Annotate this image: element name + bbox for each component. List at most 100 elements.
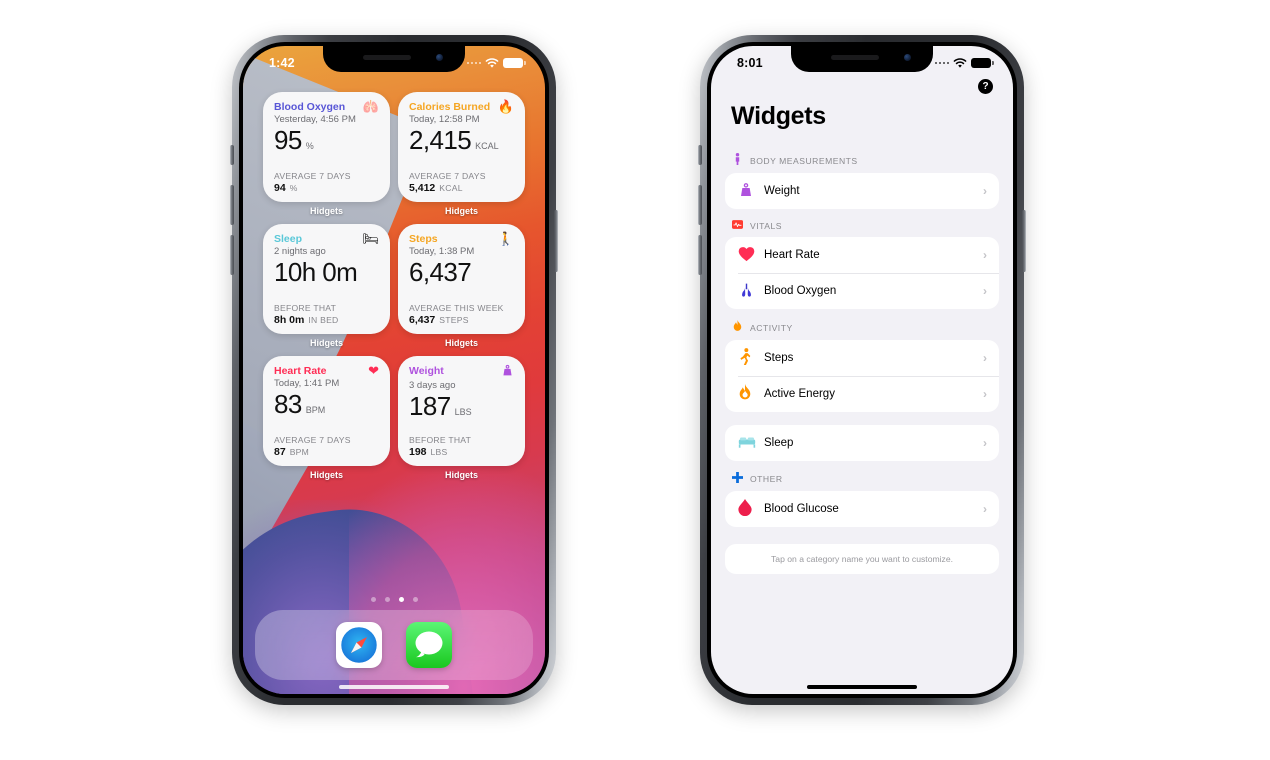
- section-header-body-measurements: BODY MEASUREMENTS: [725, 142, 999, 173]
- group-vitals: Heart Rate › Blood Oxygen ›: [725, 237, 999, 309]
- list-item-blood-oxygen[interactable]: Blood Oxygen ›: [725, 273, 999, 309]
- widget-footer-label: AVERAGE 7 DAYS: [409, 171, 486, 181]
- widget-footer-value: 87: [274, 446, 286, 458]
- section-header-other: OTHER: [725, 461, 999, 491]
- page-dot[interactable]: [412, 597, 418, 602]
- widget-calories-burned[interactable]: Calories Burned 🔥 Today, 12:58 PM 2,415 …: [398, 92, 525, 202]
- battery-icon: [503, 58, 526, 68]
- widget-caption: Hidgets: [444, 206, 478, 216]
- widget-weight[interactable]: Weight 3 days ago 187 LBS BEFORE THAT 19…: [398, 356, 525, 466]
- page-dot-active[interactable]: [398, 597, 404, 602]
- widget-subtitle: Today, 1:41 PM: [274, 378, 340, 390]
- group-body-measurements: Weight ›: [725, 173, 999, 209]
- list-item-label: Steps: [764, 352, 794, 364]
- chevron-right-icon: ›: [983, 284, 987, 298]
- right-phone-screen: 8:01 ? Widgets BODY MEASUREMENTS Weight …: [711, 46, 1013, 694]
- signal-dots-icon: [466, 61, 481, 65]
- widget-slot: Weight 3 days ago 187 LBS BEFORE THAT 19…: [398, 356, 525, 480]
- dock: [255, 610, 533, 680]
- list-item-sleep[interactable]: Sleep ›: [725, 425, 999, 461]
- widget-title: Weight: [409, 365, 444, 377]
- page-indicator[interactable]: [243, 597, 545, 602]
- help-icon[interactable]: ?: [978, 79, 993, 94]
- widget-slot: Sleep 🛏 2 nights ago 10h 0m BEFORE THAT: [263, 224, 390, 348]
- list-item-label: Blood Glucose: [764, 503, 839, 515]
- power-button[interactable]: [554, 210, 558, 272]
- screenshot-canvas: 1:42 Blood Oxygen 🫁 Yesterday, 4:56 PM 9…: [0, 0, 1270, 760]
- widget-blood-oxygen[interactable]: Blood Oxygen 🫁 Yesterday, 4:56 PM 95 % A…: [263, 92, 390, 202]
- left-phone-screen: 1:42 Blood Oxygen 🫁 Yesterday, 4:56 PM 9…: [243, 46, 545, 694]
- widget-slot: Heart Rate ❤ Today, 1:41 PM 83 BPM AVERA…: [263, 356, 390, 480]
- widget-value: 2,415: [409, 125, 472, 156]
- list-item-active-energy[interactable]: Active Energy ›: [725, 376, 999, 412]
- list-item-heart-rate[interactable]: Heart Rate ›: [725, 237, 999, 273]
- power-button[interactable]: [1022, 210, 1026, 272]
- widget-steps[interactable]: Steps 🚶 Today, 1:38 PM 6,437 AVERAGE THI…: [398, 224, 525, 334]
- widget-value: 10h 0m: [274, 257, 358, 288]
- widgets-category-list: BODY MEASUREMENTS Weight › VITALS Heart …: [711, 142, 1013, 694]
- volume-down-button[interactable]: [698, 235, 702, 275]
- earpiece-speaker: [831, 55, 879, 60]
- list-item-blood-glucose[interactable]: Blood Glucose ›: [725, 491, 999, 527]
- walking-person-icon: [738, 348, 764, 368]
- widget-footer-unit: BPM: [289, 447, 310, 457]
- widget-footer-value: 5,412: [409, 182, 436, 194]
- messages-app-icon[interactable]: [406, 622, 452, 668]
- widget-value: 187: [409, 391, 451, 422]
- home-indicator[interactable]: [807, 685, 917, 689]
- earpiece-speaker: [363, 55, 411, 60]
- bed-icon: 🛏: [362, 231, 379, 246]
- volume-up-button[interactable]: [698, 185, 702, 225]
- widget-value: 6,437: [409, 257, 472, 288]
- chevron-right-icon: ›: [983, 184, 987, 198]
- flame-icon: [731, 320, 744, 335]
- page-dot[interactable]: [370, 597, 376, 602]
- safari-app-icon[interactable]: [336, 622, 382, 668]
- list-item-label: Sleep: [764, 437, 794, 449]
- section-header-activity: ACTIVITY: [725, 309, 999, 340]
- chevron-right-icon: ›: [983, 502, 987, 516]
- section-label: OTHER: [750, 474, 783, 484]
- group-activity: Steps › Active Energy ›: [725, 340, 999, 412]
- widget-footer-label: AVERAGE 7 DAYS: [274, 171, 351, 181]
- page-title: Widgets: [731, 102, 826, 130]
- volume-up-button[interactable]: [230, 185, 234, 225]
- heartbeat-icon: [731, 220, 744, 232]
- right-iphone-device: 8:01 ? Widgets BODY MEASUREMENTS Weight …: [698, 35, 1026, 705]
- home-indicator[interactable]: [339, 685, 449, 689]
- widget-footer-label: AVERAGE 7 DAYS: [274, 435, 351, 445]
- list-item-label: Active Energy: [764, 388, 835, 400]
- widget-footer-label: AVERAGE THIS WEEK: [409, 303, 504, 313]
- scale-weight-icon: [501, 364, 514, 379]
- right-phone-bezel: 8:01 ? Widgets BODY MEASUREMENTS Weight …: [707, 42, 1017, 698]
- widget-caption: Hidgets: [444, 470, 478, 480]
- widget-footer-label: BEFORE THAT: [274, 303, 337, 313]
- widget-title: Calories Burned: [409, 101, 491, 113]
- wifi-icon: [485, 57, 499, 68]
- widget-footer-unit: LBS: [430, 447, 448, 457]
- plus-cross-icon: [731, 472, 744, 486]
- flame-icon: 🔥: [497, 99, 514, 114]
- page-dot[interactable]: [384, 597, 390, 602]
- blood-drop-icon: [738, 499, 764, 519]
- left-phone-bezel: 1:42 Blood Oxygen 🫁 Yesterday, 4:56 PM 9…: [239, 42, 549, 698]
- widget-sleep[interactable]: Sleep 🛏 2 nights ago 10h 0m BEFORE THAT: [263, 224, 390, 334]
- mute-switch[interactable]: [698, 145, 702, 165]
- signal-dots-icon: [934, 61, 949, 65]
- widget-subtitle: 3 days ago: [409, 380, 456, 391]
- list-item-steps[interactable]: Steps ›: [725, 340, 999, 376]
- heart-icon: [738, 246, 764, 265]
- body-figure-icon: [731, 153, 744, 168]
- widget-heart-rate[interactable]: Heart Rate ❤ Today, 1:41 PM 83 BPM AVERA…: [263, 356, 390, 466]
- front-camera: [436, 54, 443, 61]
- mute-switch[interactable]: [230, 145, 234, 165]
- list-item-weight[interactable]: Weight ›: [725, 173, 999, 209]
- wifi-icon: [953, 57, 967, 68]
- volume-down-button[interactable]: [230, 235, 234, 275]
- left-iphone-device: 1:42 Blood Oxygen 🫁 Yesterday, 4:56 PM 9…: [230, 35, 558, 705]
- list-item-label: Blood Oxygen: [764, 285, 837, 297]
- widget-subtitle: Today, 1:38 PM: [409, 246, 475, 258]
- widget-unit: BPM: [305, 405, 326, 416]
- widget-caption: Hidgets: [309, 470, 343, 480]
- battery-icon: [971, 58, 994, 68]
